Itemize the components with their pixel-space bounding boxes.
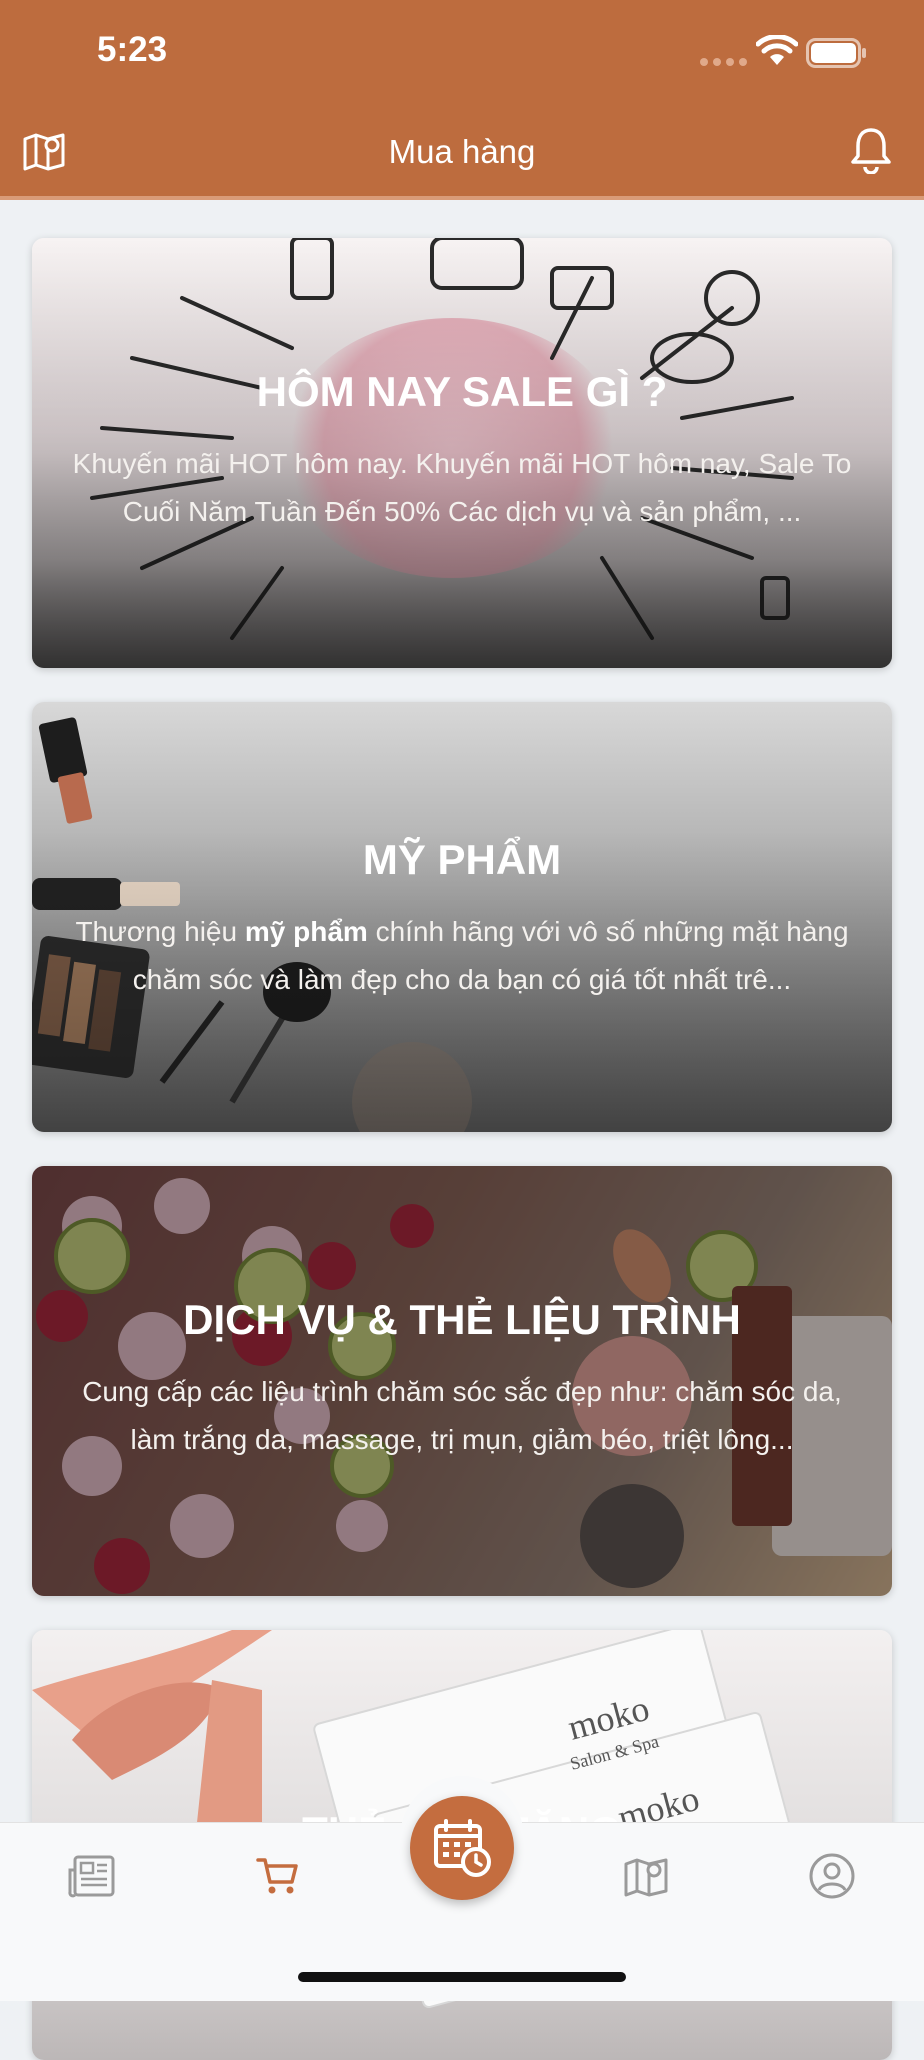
tab-news[interactable] [64, 1848, 120, 1904]
bell-icon[interactable] [848, 126, 894, 174]
cellular-signal-icon [700, 58, 747, 66]
home-indicator [298, 1972, 626, 1982]
wifi-icon [756, 35, 798, 65]
news-icon [68, 1855, 115, 1898]
map-icon [624, 1858, 668, 1897]
battery-icon [806, 38, 866, 68]
booking-button[interactable] [410, 1796, 514, 1900]
app-header: 5:23 Mua hàng [0, 0, 924, 200]
card-title: DỊCH VỤ & THẺ LIỆU TRÌNH [183, 1296, 741, 1343]
tab-map[interactable] [618, 1848, 674, 1904]
card-description: Cung cấp các liệu trình chăm sóc sắc đẹp… [82, 1376, 842, 1455]
status-time: 5:23 [97, 30, 168, 69]
card-sale-today[interactable]: HÔM NAY SALE GÌ ? Khuyến mãi HOT hôm nay… [32, 238, 892, 668]
card-services-packages[interactable]: DỊCH VỤ & THẺ LIỆU TRÌNH Cung cấp các li… [32, 1166, 892, 1596]
tab-account[interactable] [804, 1848, 860, 1904]
card-description: Thương hiệu mỹ phẩm chính hãng với vô số… [75, 916, 849, 995]
calendar-clock-icon [434, 1819, 491, 1877]
tab-shopping[interactable] [250, 1848, 306, 1904]
card-description: Khuyến mãi HOT hôm nay. Khuyến mãi HOT h… [72, 448, 852, 527]
user-icon [809, 1853, 855, 1899]
card-title: HÔM NAY SALE GÌ ? [256, 368, 668, 415]
page-title: Mua hàng [388, 133, 536, 170]
cart-icon [256, 1858, 298, 1894]
card-cosmetics[interactable]: MỸ PHẨM Thương hiệu mỹ phẩm chính hãng v… [32, 702, 892, 1132]
card-title: MỸ PHẨM [362, 836, 562, 883]
